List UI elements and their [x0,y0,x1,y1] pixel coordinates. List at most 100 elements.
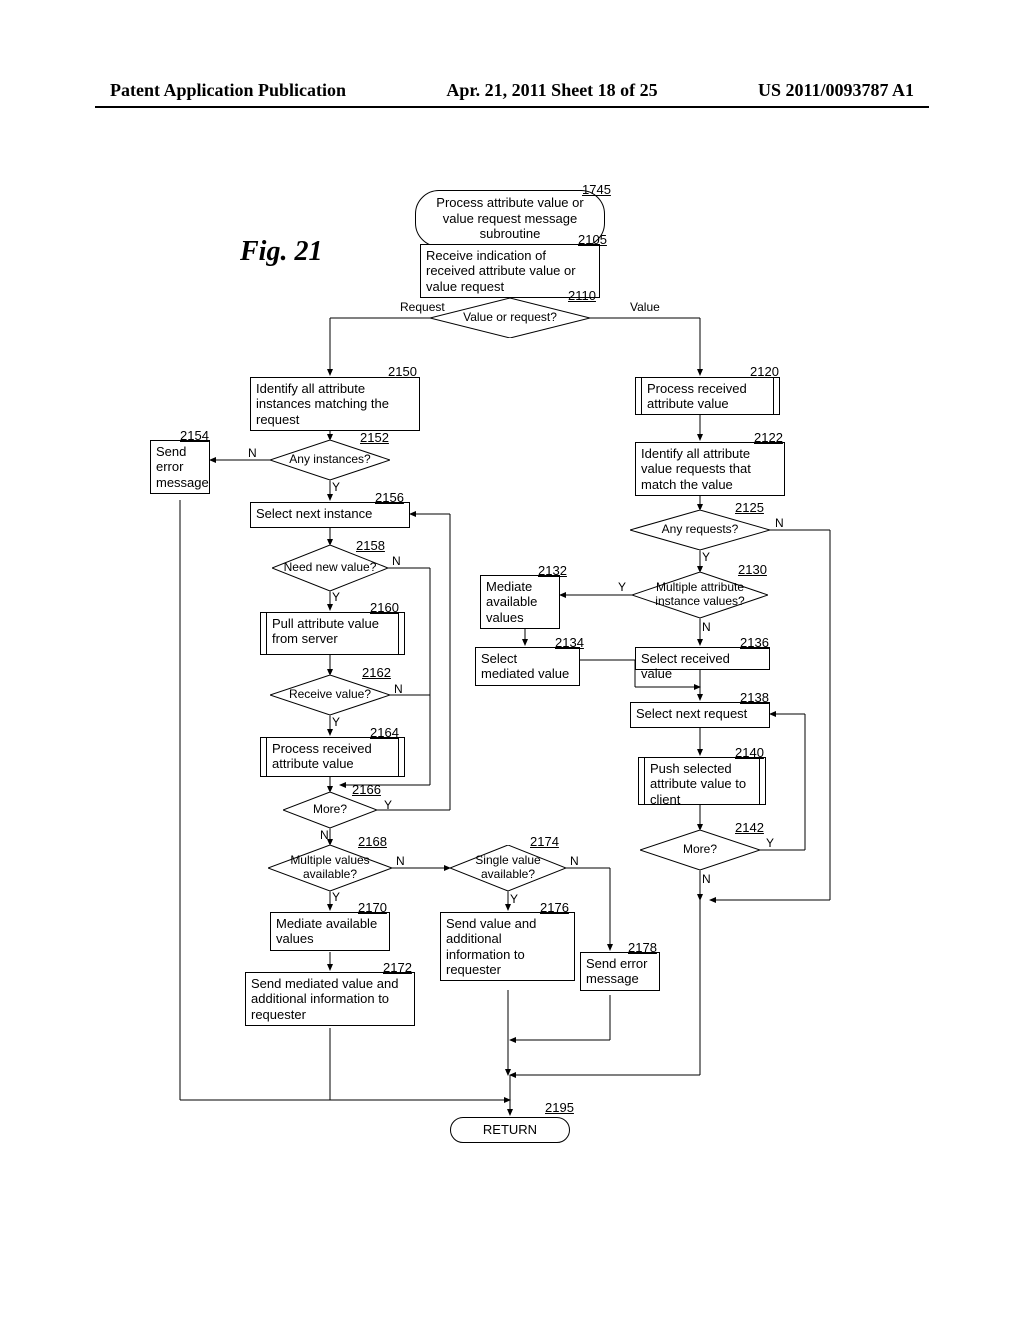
header-left: Patent Application Publication [110,80,346,101]
text-return: RETURN [483,1122,537,1137]
ref-2110: 2110 [568,288,596,303]
ref-2174: 2174 [530,834,559,849]
ref-2122: 2122 [754,430,783,445]
ref-2178: 2178 [628,940,657,955]
ref-2125: 2125 [735,500,764,515]
node-2152: Any instances? [270,440,390,480]
node-2170: Mediate available values [270,912,390,951]
node-2174: Single value available? [450,845,566,891]
node-2110: Value or request? [430,298,590,338]
header-rule [95,106,929,108]
ref-2140: 2140 [735,745,764,760]
node-2125: Any requests? [630,510,770,550]
label-request: Request [400,300,445,314]
ref-2195: 2195 [545,1100,574,1115]
ref-2170: 2170 [358,900,387,915]
yn-2162n: N [394,682,403,696]
node-2154: Send error message [150,440,210,494]
text-2178: Send error message [586,956,647,986]
text-2138: Select next request [636,706,747,721]
text-2166: More? [292,803,367,817]
yn-2152y: Y [332,480,340,494]
yn-2125n: N [775,516,784,530]
node-2120: Process received attribute value [635,377,780,415]
node-2172: Send mediated value and additional infor… [245,972,415,1026]
text-2140: Push selected attribute value to client [650,761,746,807]
ref-2156: 2156 [375,490,404,505]
ref-2120: 2120 [750,364,779,379]
text-2125: Any requests? [644,523,756,537]
text-2172: Send mediated value and additional infor… [251,976,398,1022]
page-header: Patent Application Publication Apr. 21, … [0,80,1024,101]
node-2160: Pull attribute value from server [260,612,405,655]
text-2168: Multiple values available? [280,854,379,882]
yn-2130n: N [702,620,711,634]
text-2120: Process received attribute value [647,381,747,411]
node-2136: Select received value [635,647,770,670]
node-2138: Select next request [630,702,770,728]
node-2168: Multiple values available? [268,845,392,891]
node-2140: Push selected attribute value to client [638,757,766,805]
yn-2158y: Y [332,590,340,604]
ref-2162: 2162 [362,665,391,680]
text-start: Process attribute value or value request… [436,195,583,241]
text-2170: Mediate available values [276,916,377,946]
ref-2158: 2158 [356,538,385,553]
flowchart: Process attribute value or value request… [130,180,890,1180]
text-2160: Pull attribute value from server [272,616,379,646]
yn-2158n: N [392,554,401,568]
ref-2154: 2154 [180,428,209,443]
text-2105: Receive indication of received attribute… [426,248,576,294]
text-2136: Select received value [641,651,730,681]
yn-2152n: N [248,446,257,460]
node-2134: Select mediated value [475,647,580,686]
text-2164: Process received attribute value [272,741,372,771]
text-2110: Value or request? [446,311,574,325]
text-2134: Select mediated value [481,651,569,681]
node-2166: More? [283,792,377,828]
node-2132: Mediate available values [480,575,560,629]
ref-2152: 2152 [360,430,389,445]
yn-2168n: N [396,854,405,868]
ref-2172: 2172 [383,960,412,975]
node-2130: Multiple attribute instance values? [632,572,768,618]
ref-1745: 1745 [582,182,611,197]
node-2150: Identify all attribute instances matchin… [250,377,420,431]
label-value: Value [630,300,660,314]
node-2176: Send value and additional information to… [440,912,575,981]
text-2174: Single value available? [462,854,555,882]
ref-2176: 2176 [540,900,569,915]
node-2178: Send error message [580,952,660,991]
ref-2168: 2168 [358,834,387,849]
node-return: RETURN [450,1117,570,1143]
text-2130: Multiple attribute instance values? [646,581,755,609]
yn-2162y: Y [332,715,340,729]
text-2176: Send value and additional information to… [446,916,536,977]
text-2152: Any instances? [282,453,378,467]
ref-2166: 2166 [352,782,381,797]
text-2162: Receive value? [282,688,378,702]
node-2164: Process received attribute value [260,737,405,777]
ref-2160: 2160 [370,600,399,615]
yn-2166y: Y [384,798,392,812]
header-center: Apr. 21, 2011 Sheet 18 of 25 [446,80,657,101]
yn-2166n: N [320,828,329,842]
node-2142: More? [640,830,760,870]
text-2142: More? [652,843,748,857]
text-2158: Need new value? [284,561,377,575]
ref-2132: 2132 [538,563,567,578]
page: Patent Application Publication Apr. 21, … [0,0,1024,1320]
ref-2142: 2142 [735,820,764,835]
ref-2105: 2105 [578,232,607,247]
text-2132: Mediate available values [486,579,537,625]
ref-2138: 2138 [740,690,769,705]
text-2154: Send error message [156,444,209,490]
node-start: Process attribute value or value request… [415,190,605,247]
node-2122: Identify all attribute value requests th… [635,442,785,496]
yn-2142y: Y [766,836,774,850]
yn-2130y: Y [618,580,626,594]
ref-2164: 2164 [370,725,399,740]
text-2122: Identify all attribute value requests th… [641,446,751,492]
yn-2168y: Y [332,890,340,904]
ref-2134: 2134 [555,635,584,650]
